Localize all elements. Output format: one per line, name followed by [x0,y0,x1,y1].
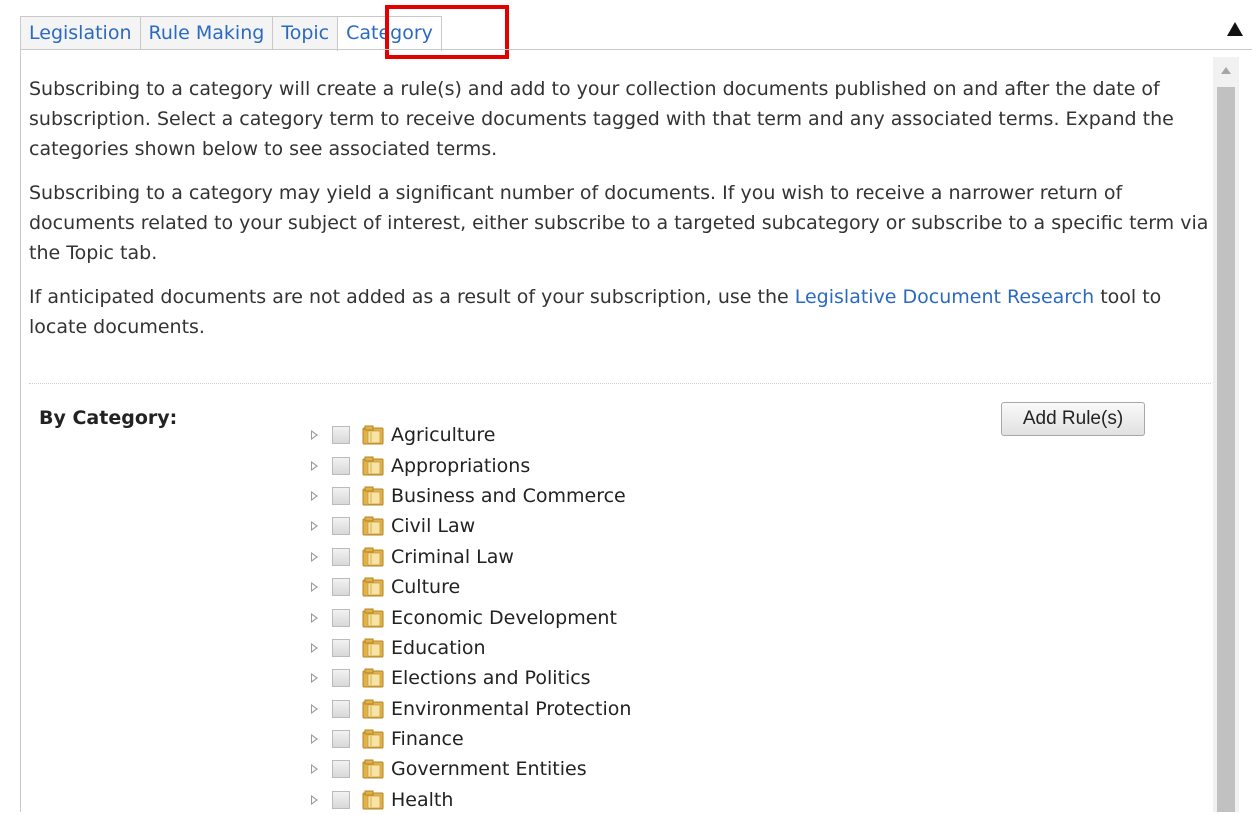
category-checkbox[interactable] [332,699,350,718]
category-item: Economic Development [311,602,631,632]
category-label[interactable]: Education [391,637,486,659]
category-item: Civil Law [311,511,631,541]
category-item: Health [311,785,631,815]
tab-bar: Legislation Rule Making Topic Category [20,16,442,51]
category-checkbox[interactable] [332,456,350,475]
expand-triangle-icon[interactable] [311,430,318,441]
expand-triangle-icon[interactable] [311,582,318,593]
scroll-thumb[interactable] [1217,87,1235,812]
category-checkbox[interactable] [332,547,350,566]
category-label[interactable]: Business and Commerce [391,485,626,507]
intro-paragraph-1: Subscribing to a category will create a … [29,78,1174,160]
category-panel: Subscribing to a category will create a … [20,49,1252,812]
category-checkbox[interactable] [332,730,350,749]
category-label[interactable]: Finance [391,728,464,750]
vertical-scrollbar[interactable] [1213,57,1239,812]
tab-legislation[interactable]: Legislation [20,16,141,49]
intro-text: Subscribing to a category will create a … [29,74,1209,356]
folder-icon [362,486,384,506]
add-rules-button[interactable]: Add Rule(s) [1001,402,1145,436]
folder-icon [362,729,384,749]
category-item: Finance [311,724,631,754]
category-checkbox[interactable] [332,760,350,779]
folder-icon [362,759,384,779]
category-checkbox[interactable] [332,638,350,657]
folder-icon [362,638,384,658]
category-label[interactable]: Culture [391,576,460,598]
category-label[interactable]: Civil Law [391,515,475,537]
by-category-label: By Category: [39,407,178,429]
expand-triangle-icon[interactable] [311,734,318,745]
category-item: Environmental Protection [311,694,631,724]
expand-triangle-icon[interactable] [311,490,318,501]
category-checkbox[interactable] [332,426,350,445]
expand-triangle-icon[interactable] [311,703,318,714]
category-item: Government Entities [311,754,631,784]
category-label[interactable]: Elections and Politics [391,667,591,689]
expand-triangle-icon[interactable] [311,521,318,532]
category-checkbox[interactable] [332,578,350,597]
category-label[interactable]: Economic Development [391,607,617,629]
legislative-document-research-link[interactable]: Legislative Document Research [795,286,1094,308]
expand-triangle-icon[interactable] [311,642,318,653]
folder-icon [362,699,384,719]
intro-paragraph-3: If anticipated documents are not added a… [29,282,1209,342]
category-item: Education [311,633,631,663]
expand-triangle-icon[interactable] [311,551,318,562]
category-item: Elections and Politics [311,663,631,693]
folder-icon [362,608,384,628]
category-item: Culture [311,572,631,602]
category-item: Criminal Law [311,542,631,572]
intro-paragraph-2: Subscribing to a category may yield a si… [29,182,1209,264]
expand-triangle-icon[interactable] [311,764,318,775]
category-label[interactable]: Criminal Law [391,546,514,568]
scroll-up-icon[interactable] [1221,67,1231,74]
category-item: Appropriations [311,450,631,480]
folder-icon [362,456,384,476]
folder-icon [362,425,384,445]
category-label[interactable]: Agriculture [391,424,496,446]
category-label[interactable]: Appropriations [391,455,530,477]
category-tree: Agriculture Appropriations Business and Co… [311,420,631,815]
folder-icon [362,668,384,688]
category-checkbox[interactable] [332,517,350,536]
intro-paragraph-3-text-start: If anticipated documents are not added a… [29,286,795,308]
folder-icon [362,577,384,597]
category-checkbox[interactable] [332,790,350,809]
folder-icon [362,516,384,536]
expand-triangle-icon[interactable] [311,794,318,805]
expand-triangle-icon[interactable] [311,612,318,623]
expand-triangle-icon[interactable] [311,460,318,471]
tab-rule-making[interactable]: Rule Making [139,16,274,49]
category-item: Business and Commerce [311,481,631,511]
folder-icon [362,547,384,567]
category-label[interactable]: Health [391,789,453,811]
category-checkbox[interactable] [332,608,350,627]
folder-icon [362,790,384,810]
category-checkbox[interactable] [332,669,350,688]
category-checkbox[interactable] [332,486,350,505]
category-item: Agriculture [311,420,631,450]
collapse-panel-icon[interactable] [1227,22,1243,36]
expand-triangle-icon[interactable] [311,673,318,684]
category-label[interactable]: Government Entities [391,758,587,780]
tab-topic[interactable]: Topic [272,16,339,49]
tab-category[interactable]: Category [337,16,442,51]
category-label[interactable]: Environmental Protection [391,698,631,720]
section-divider [29,383,1211,384]
